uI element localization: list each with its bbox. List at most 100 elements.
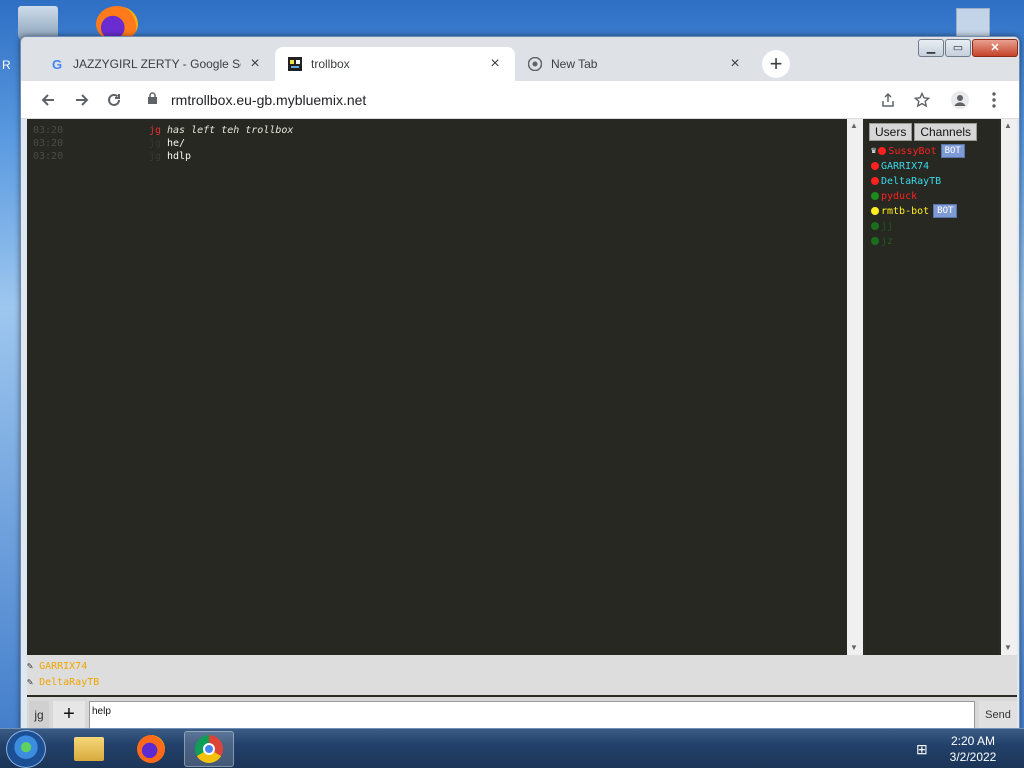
chat-scrollbar[interactable]: ▲ ▼ [847,119,863,655]
user-item[interactable]: DeltaRayTB [871,174,941,188]
folder-icon [74,737,104,761]
chat-message: 03:20 jg has left teh trollbox [33,125,293,138]
tab-google-search[interactable]: G JAZZYGIRL ZERTY - Google Search × [37,47,275,81]
close-tab-icon[interactable]: × [487,55,503,73]
typing-user: DeltaRayTB [39,677,100,688]
status-dot-icon [871,237,879,245]
chat-message: 03:20 jg hdlp [33,151,191,164]
close-window-button[interactable]: ✕ [972,39,1018,57]
attach-plus-button[interactable]: + [53,701,85,729]
typing-indicator-area: ✎ GARRIX74 ✎ DeltaRayTB [27,655,1017,695]
share-icon[interactable] [875,87,901,113]
bookmark-star-icon[interactable] [909,87,935,113]
crown-icon: ♛ [871,146,877,156]
users-panel: Users Channels ♛ SussyBot BOT GARRIX74 D… [865,119,999,655]
system-clock[interactable]: 2:20 AM 3/2/2022 [940,733,1006,765]
reload-icon[interactable] [101,87,127,113]
start-button-icon[interactable] [6,730,46,768]
scroll-down-icon[interactable]: ▼ [1004,643,1012,652]
firefox-icon [137,735,165,763]
scroll-up-icon[interactable]: ▲ [1004,121,1012,130]
message-text: has left teh trollbox [167,125,294,136]
users-panel-tabs: Users Channels [869,123,978,141]
close-tab-icon[interactable]: × [727,55,743,73]
user-item[interactable]: rmtb-bot BOT [871,204,958,218]
message-nick[interactable]: jg [143,138,167,151]
address-bar[interactable]: rmtrollbox.eu-gb.mybluemix.net [137,86,837,114]
lock-icon[interactable] [147,92,163,108]
chrome-icon [527,56,543,72]
message-input[interactable]: help [89,701,975,729]
user-item[interactable]: jz [871,234,893,248]
user-name: SussyBot [888,145,937,157]
chat-log[interactable]: 03:20 jg has left teh trollbox 03:20 jg … [27,119,849,655]
browser-window: G JAZZYGIRL ZERTY - Google Search × trol… [20,36,1020,733]
tab-channels[interactable]: Channels [914,123,978,141]
status-dot-icon [871,207,879,215]
scroll-down-icon[interactable]: ▼ [850,643,858,652]
new-tab-button[interactable]: + [762,50,790,78]
google-icon: G [51,56,63,72]
bot-badge: BOT [940,144,965,158]
tab-label: JAZZYGIRL ZERTY - Google Search [73,57,241,71]
message-text: he/ [167,138,186,149]
url-text: rmtrollbox.eu-gb.mybluemix.net [171,92,367,108]
user-name: GARRIX74 [881,160,930,172]
maximize-button[interactable]: ▭ [945,39,971,57]
nickname-button[interactable]: jg [29,701,49,729]
tab-strip: G JAZZYGIRL ZERTY - Google Search × trol… [21,37,1019,81]
message-nick[interactable]: jg [143,151,167,164]
tab-users[interactable]: Users [869,123,913,141]
message-text: hdlp [167,151,192,162]
message-time: 03:20 [33,138,64,149]
profile-avatar-icon[interactable] [947,87,973,113]
typing-indicator: ✎ DeltaRayTB [27,677,99,688]
close-tab-icon[interactable]: × [247,55,263,73]
forward-icon[interactable] [69,87,95,113]
message-time: 03:20 [33,125,64,136]
send-button[interactable]: Send [979,701,1017,729]
trollbox-page: 03:20 jg has left teh trollbox 03:20 jg … [27,119,1017,731]
file-explorer-taskbar-button[interactable] [64,731,114,767]
user-item[interactable]: ♛ SussyBot BOT [871,144,965,158]
browser-toolbar: rmtrollbox.eu-gb.mybluemix.net [21,81,1019,119]
typing-indicator: ✎ GARRIX74 [27,661,87,672]
user-item[interactable]: GARRIX74 [871,159,929,173]
status-dot-icon [871,177,879,185]
user-item[interactable]: pyduck [871,189,917,203]
chrome-taskbar-button[interactable] [184,731,234,767]
network-icon[interactable]: ⊞ [916,741,928,758]
tab-trollbox[interactable]: trollbox × [275,47,515,81]
status-dot-icon [871,162,879,170]
bot-badge: BOT [933,204,958,218]
back-icon[interactable] [35,87,61,113]
kebab-menu-icon[interactable] [981,87,1007,113]
trollbox-icon [287,56,303,72]
user-name: rmtb-bot [881,205,930,217]
status-dot-icon [878,147,887,155]
message-time: 03:20 [33,151,64,162]
typing-user: GARRIX74 [39,661,88,672]
pencil-icon: ✎ [27,677,34,688]
user-item[interactable]: jj [871,219,893,233]
scroll-up-icon[interactable]: ▲ [850,121,858,130]
chat-message: 03:20 jg he/ [33,138,185,151]
user-name: jz [881,235,894,247]
user-name: jj [881,220,894,232]
user-name: DeltaRayTB [881,175,942,187]
tab-label: New Tab [551,57,598,71]
clock-date: 3/2/2022 [949,750,997,764]
firefox-taskbar-button[interactable] [126,731,176,767]
desktop-icon-label: R [2,58,11,72]
tab-new-tab[interactable]: New Tab × [515,47,755,81]
input-bar: jg + help Send [27,697,1017,731]
message-nick[interactable]: jg [143,125,167,138]
tab-label: trollbox [311,57,350,71]
minimize-button[interactable]: ▁ [918,39,944,57]
status-dot-icon [871,222,879,230]
taskbar: ⊞ 2:20 AM 3/2/2022 [0,728,1024,768]
pencil-icon: ✎ [27,661,34,672]
chrome-icon [195,735,223,763]
user-name: pyduck [881,190,918,202]
users-scrollbar[interactable]: ▲ ▼ [1001,119,1017,655]
